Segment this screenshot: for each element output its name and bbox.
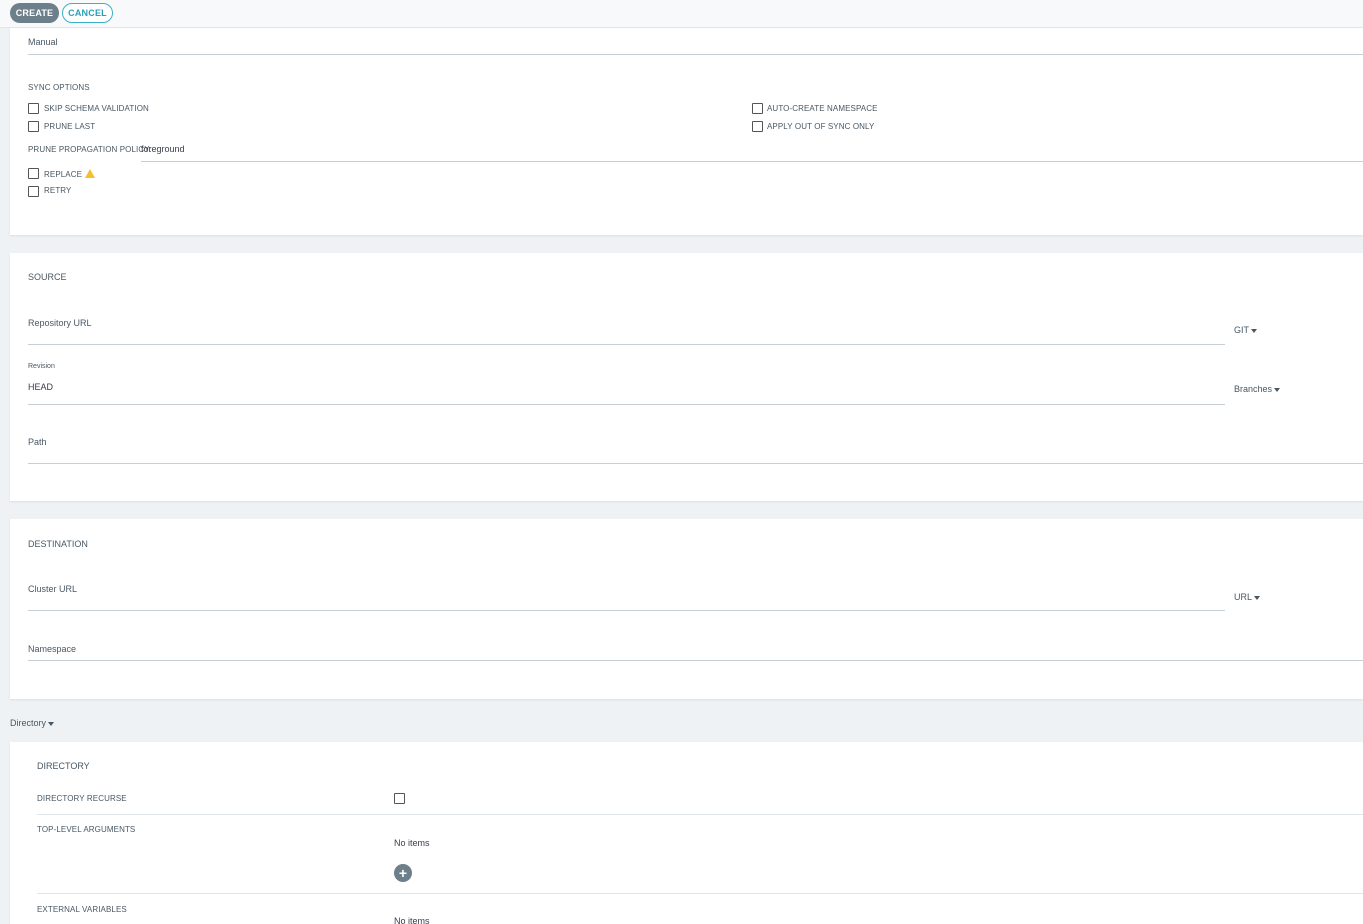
directory-recurse-label: DIRECTORY RECURSE bbox=[37, 794, 127, 803]
source-title: SOURCE bbox=[28, 272, 67, 282]
retry-label: RETRY bbox=[44, 186, 72, 195]
revision-underline bbox=[28, 404, 1225, 405]
repository-url-input[interactable]: Repository URL bbox=[28, 318, 92, 328]
sync-policy-value[interactable]: Manual bbox=[28, 37, 58, 47]
top-level-arguments-label: TOP-LEVEL ARGUMENTS bbox=[37, 825, 136, 834]
replace-checkbox[interactable] bbox=[28, 168, 39, 179]
auto-create-namespace-checkbox[interactable] bbox=[752, 103, 763, 114]
auto-create-namespace-label: AUTO-CREATE NAMESPACE bbox=[767, 104, 878, 113]
apply-out-of-sync-only-checkbox[interactable] bbox=[752, 121, 763, 132]
cluster-url-input[interactable]: Cluster URL bbox=[28, 584, 77, 594]
replace-label: REPLACE bbox=[44, 169, 96, 179]
source-panel: SOURCE Repository URL GIT Revision HEAD … bbox=[10, 253, 1363, 501]
namespace-underline bbox=[28, 660, 1363, 661]
directory-title: DIRECTORY bbox=[37, 761, 90, 771]
source-type-dropdown[interactable]: Directory bbox=[10, 718, 55, 728]
sync-policy-underline bbox=[28, 54, 1363, 55]
revision-label: Revision bbox=[28, 363, 55, 370]
revision-input[interactable]: HEAD bbox=[28, 382, 53, 392]
warning-icon bbox=[85, 169, 96, 178]
prune-propagation-label: PRUNE PROPAGATION POLICY: bbox=[28, 145, 152, 154]
external-variables-empty: No items bbox=[394, 916, 430, 924]
prune-propagation-select[interactable]: foreground bbox=[141, 144, 185, 154]
path-underline bbox=[28, 463, 1363, 464]
sync-options-title: SYNC OPTIONS bbox=[28, 83, 90, 92]
chevron-down-icon bbox=[48, 721, 55, 726]
directory-recurse-divider bbox=[37, 814, 1363, 815]
path-input[interactable]: Path bbox=[28, 437, 47, 447]
chevron-down-icon bbox=[1274, 387, 1281, 392]
destination-title: DESTINATION bbox=[28, 539, 88, 549]
repository-url-underline bbox=[28, 344, 1225, 345]
top-toolbar: CREATE CANCEL bbox=[0, 0, 1363, 28]
destination-panel: DESTINATION Cluster URL URL Namespace bbox=[10, 519, 1363, 699]
directory-panel: DIRECTORY DIRECTORY RECURSE TOP-LEVEL AR… bbox=[10, 742, 1363, 924]
sync-policy-panel: Manual SYNC OPTIONS SKIP SCHEMA VALIDATI… bbox=[10, 28, 1363, 235]
prune-last-label: PRUNE LAST bbox=[44, 122, 96, 131]
top-level-arguments-divider bbox=[37, 893, 1363, 894]
apply-out-of-sync-only-label: APPLY OUT OF SYNC ONLY bbox=[767, 122, 875, 131]
external-variables-label: EXTERNAL VARIABLES bbox=[37, 905, 127, 914]
cluster-type-dropdown[interactable]: URL bbox=[1234, 592, 1261, 602]
add-top-level-argument-button[interactable]: + bbox=[394, 864, 412, 882]
skip-schema-validation-label: SKIP SCHEMA VALIDATION bbox=[44, 104, 149, 113]
cancel-button[interactable]: CANCEL bbox=[62, 3, 113, 23]
cluster-url-underline bbox=[28, 610, 1225, 611]
top-level-arguments-empty: No items bbox=[394, 838, 430, 848]
revision-type-dropdown[interactable]: Branches bbox=[1234, 384, 1281, 394]
chevron-down-icon bbox=[1251, 328, 1257, 333]
skip-schema-validation-checkbox[interactable] bbox=[28, 103, 39, 114]
repo-type-dropdown[interactable]: GIT bbox=[1234, 325, 1257, 335]
namespace-input[interactable]: Namespace bbox=[28, 644, 76, 654]
chevron-down-icon bbox=[1254, 595, 1261, 600]
create-button[interactable]: CREATE bbox=[10, 3, 59, 23]
prune-last-checkbox[interactable] bbox=[28, 121, 39, 132]
prune-propagation-underline bbox=[141, 161, 1363, 162]
directory-recurse-checkbox[interactable] bbox=[394, 793, 405, 804]
retry-checkbox[interactable] bbox=[28, 186, 39, 197]
